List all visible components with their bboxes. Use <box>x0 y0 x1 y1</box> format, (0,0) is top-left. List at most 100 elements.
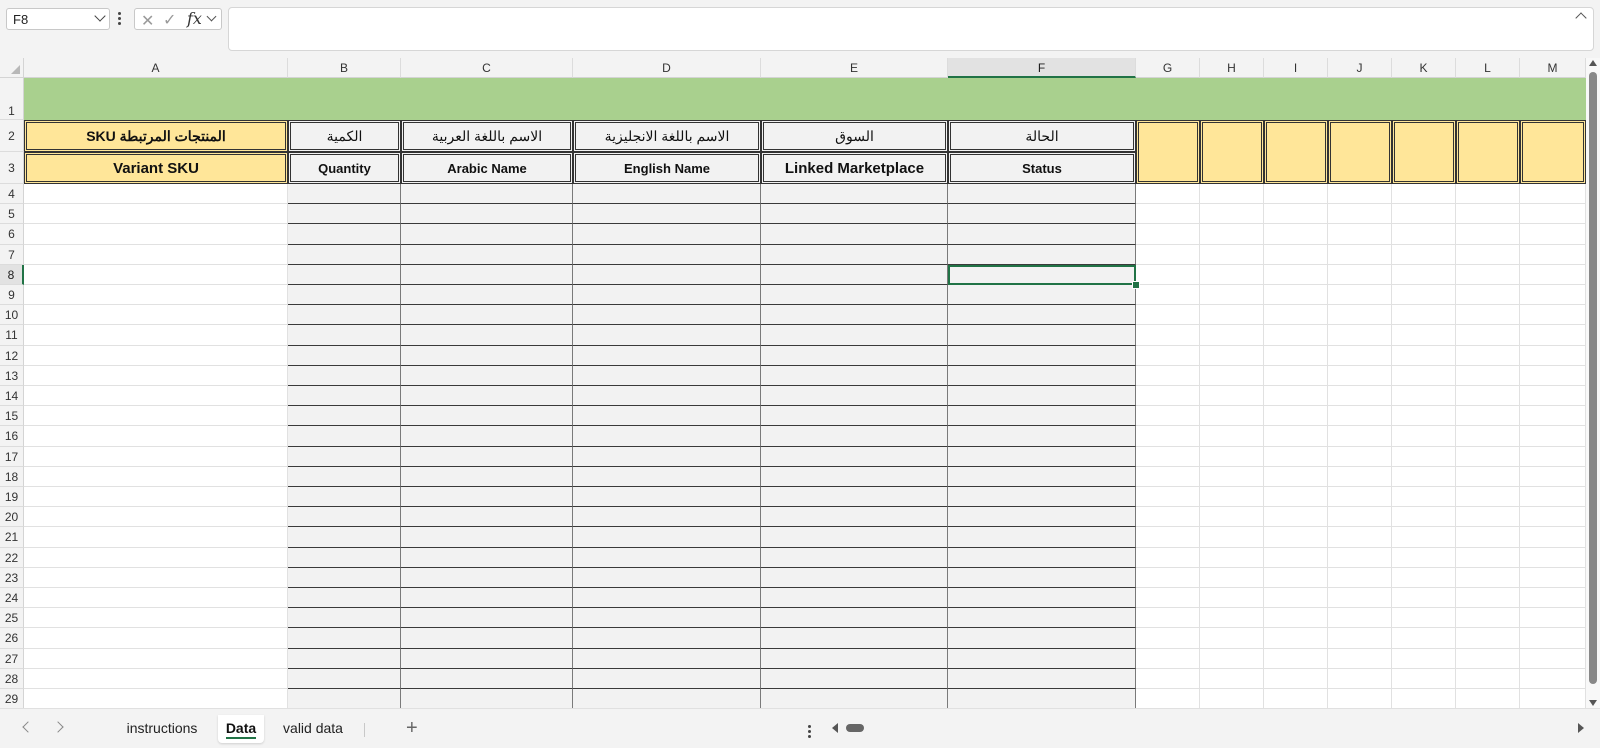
fill-handle[interactable] <box>1132 281 1140 289</box>
cell-b16[interactable] <box>288 426 401 447</box>
cell-h21[interactable] <box>1200 527 1264 548</box>
cell-b8[interactable] <box>288 264 401 285</box>
cell-h28[interactable] <box>1200 668 1264 689</box>
insert-function-button[interactable]: fx <box>187 9 202 28</box>
cell-k15[interactable] <box>1392 406 1456 427</box>
cell-k27[interactable] <box>1392 648 1456 669</box>
header-empty-i[interactable] <box>1264 120 1328 184</box>
cell-g8[interactable] <box>1136 264 1200 285</box>
cell-j29[interactable] <box>1328 689 1392 710</box>
cell-j9[interactable] <box>1328 285 1392 306</box>
column-header-k[interactable]: K <box>1392 58 1456 78</box>
cell-g5[interactable] <box>1136 204 1200 225</box>
more-options-icon[interactable] <box>808 725 811 740</box>
cell-e11[interactable] <box>761 325 948 346</box>
cell-m23[interactable] <box>1520 567 1586 588</box>
cell-k6[interactable] <box>1392 224 1456 245</box>
cell-k24[interactable] <box>1392 588 1456 609</box>
cell-i23[interactable] <box>1264 567 1328 588</box>
cell-d28[interactable] <box>573 668 761 689</box>
header-arabic-e[interactable]: السوق <box>761 120 948 152</box>
cell-a15[interactable] <box>24 406 288 427</box>
cell-e27[interactable] <box>761 648 948 669</box>
cell-e14[interactable] <box>761 386 948 407</box>
cell-h7[interactable] <box>1200 244 1264 265</box>
cell-i13[interactable] <box>1264 365 1328 386</box>
header-arabic-f[interactable]: الحالة <box>948 120 1136 152</box>
cell-j28[interactable] <box>1328 668 1392 689</box>
cell-k8[interactable] <box>1392 264 1456 285</box>
cell-e29[interactable] <box>761 689 948 710</box>
cell-c15[interactable] <box>401 406 573 427</box>
vertical-scrollbar[interactable] <box>1586 58 1600 708</box>
cell-b9[interactable] <box>288 285 401 306</box>
cell-h14[interactable] <box>1200 386 1264 407</box>
cell-g13[interactable] <box>1136 365 1200 386</box>
cell-i21[interactable] <box>1264 527 1328 548</box>
cell-c6[interactable] <box>401 224 573 245</box>
cell-i10[interactable] <box>1264 305 1328 326</box>
cell-a7[interactable] <box>24 244 288 265</box>
cell-d5[interactable] <box>573 204 761 225</box>
cell-a6[interactable] <box>24 224 288 245</box>
cell-l13[interactable] <box>1456 365 1520 386</box>
cell-k11[interactable] <box>1392 325 1456 346</box>
cell-j11[interactable] <box>1328 325 1392 346</box>
column-header-m[interactable]: M <box>1520 58 1586 78</box>
cell-c12[interactable] <box>401 345 573 366</box>
cell-a13[interactable] <box>24 365 288 386</box>
cell-f26[interactable] <box>948 628 1136 649</box>
cell-g28[interactable] <box>1136 668 1200 689</box>
cell-h20[interactable] <box>1200 507 1264 528</box>
cell-d16[interactable] <box>573 426 761 447</box>
cell-a20[interactable] <box>24 507 288 528</box>
cell-k9[interactable] <box>1392 285 1456 306</box>
header-english-a[interactable]: Variant SKU <box>24 152 288 184</box>
row-header-12[interactable]: 12 <box>0 345 24 366</box>
cell-l27[interactable] <box>1456 648 1520 669</box>
cell-j15[interactable] <box>1328 406 1392 427</box>
cell-e13[interactable] <box>761 365 948 386</box>
cell-j27[interactable] <box>1328 648 1392 669</box>
more-options-icon[interactable] <box>118 12 121 26</box>
cell-l25[interactable] <box>1456 608 1520 629</box>
row-header-18[interactable]: 18 <box>0 466 24 487</box>
cell-g23[interactable] <box>1136 567 1200 588</box>
cell-i5[interactable] <box>1264 204 1328 225</box>
cell-d4[interactable] <box>573 184 761 205</box>
cell-b29[interactable] <box>288 689 401 710</box>
cell-i19[interactable] <box>1264 487 1328 508</box>
row-header-4[interactable]: 4 <box>0 184 24 205</box>
cell-h10[interactable] <box>1200 305 1264 326</box>
cell-h11[interactable] <box>1200 325 1264 346</box>
cell-a27[interactable] <box>24 648 288 669</box>
cell-h19[interactable] <box>1200 487 1264 508</box>
cell-i24[interactable] <box>1264 588 1328 609</box>
cell-a11[interactable] <box>24 325 288 346</box>
cell-e23[interactable] <box>761 567 948 588</box>
cell-d19[interactable] <box>573 487 761 508</box>
cell-i18[interactable] <box>1264 466 1328 487</box>
cell-i4[interactable] <box>1264 184 1328 205</box>
cell-f18[interactable] <box>948 466 1136 487</box>
previous-sheet-icon[interactable] <box>22 721 34 733</box>
cell-j26[interactable] <box>1328 628 1392 649</box>
cell-k22[interactable] <box>1392 547 1456 568</box>
cell-h13[interactable] <box>1200 365 1264 386</box>
formula-input[interactable] <box>228 7 1594 51</box>
cell-c22[interactable] <box>401 547 573 568</box>
cell-f28[interactable] <box>948 668 1136 689</box>
cell-e21[interactable] <box>761 527 948 548</box>
cell-m7[interactable] <box>1520 244 1586 265</box>
cell-g6[interactable] <box>1136 224 1200 245</box>
cell-f11[interactable] <box>948 325 1136 346</box>
cell-c23[interactable] <box>401 567 573 588</box>
cell-i27[interactable] <box>1264 648 1328 669</box>
cell-m8[interactable] <box>1520 264 1586 285</box>
cell-f14[interactable] <box>948 386 1136 407</box>
cell-f15[interactable] <box>948 406 1136 427</box>
cell-f10[interactable] <box>948 305 1136 326</box>
cell-m25[interactable] <box>1520 608 1586 629</box>
tab-valid-data[interactable]: valid data <box>272 715 354 743</box>
cell-l14[interactable] <box>1456 386 1520 407</box>
